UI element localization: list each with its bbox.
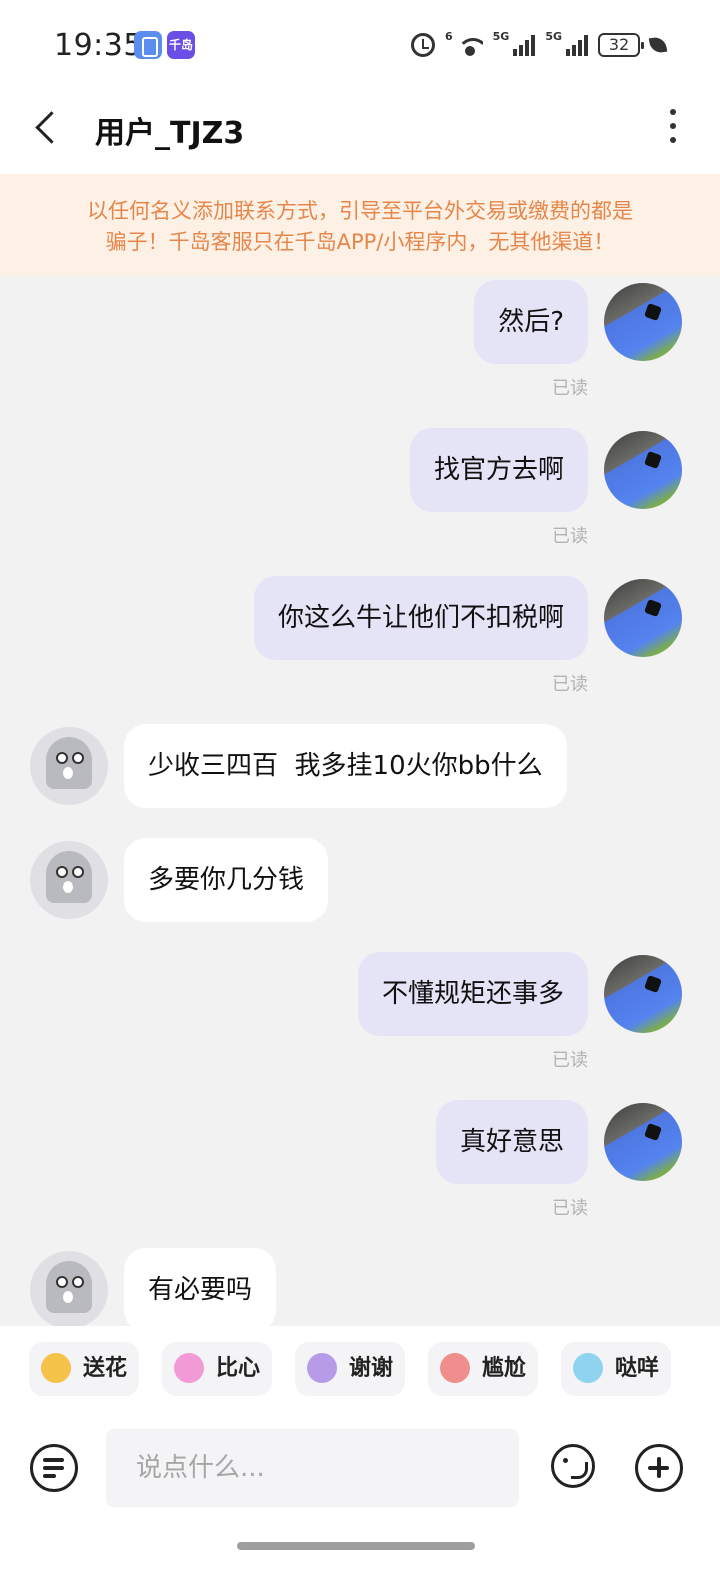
message-list[interactable]: 然后? 已读 找官方去啊 已读 你这么牛让他们不扣税啊 已读 少收三四百 我多挂… bbox=[0, 276, 720, 1326]
read-receipt: 已读 bbox=[552, 674, 588, 695]
notification-app-icon bbox=[134, 31, 162, 59]
quick-reply-dame[interactable]: 哒咩 bbox=[561, 1342, 671, 1396]
chip-label: 尴尬 bbox=[482, 1356, 527, 1381]
quick-reply-bar: 送花 比心 谢谢 尴尬 哒咩 bbox=[0, 1326, 720, 1416]
home-indicator[interactable] bbox=[237, 1542, 475, 1550]
contact-avatar[interactable] bbox=[30, 841, 108, 919]
contact-avatar[interactable] bbox=[30, 1251, 108, 1326]
message-bubble[interactable]: 然后? bbox=[474, 280, 588, 364]
message-bubble[interactable]: 多要你几分钱 bbox=[124, 838, 329, 922]
my-avatar[interactable] bbox=[604, 955, 682, 1033]
wifi-icon bbox=[456, 34, 483, 56]
message-input[interactable] bbox=[106, 1429, 519, 1507]
dame-emoji-icon bbox=[573, 1353, 603, 1383]
menu-line-icon bbox=[43, 1458, 64, 1462]
chat-title: 用户_TJZ3 bbox=[95, 116, 245, 151]
quick-reply-thanks[interactable]: 谢谢 bbox=[295, 1342, 405, 1396]
menu-button[interactable] bbox=[30, 1444, 78, 1492]
my-avatar[interactable] bbox=[604, 579, 682, 657]
warning-text-line: 以任何名义添加联系方式，引导至平台外交易或缴费的都是 bbox=[87, 199, 633, 223]
quick-reply-send-flower[interactable]: 送花 bbox=[29, 1342, 139, 1396]
signal-icon bbox=[566, 34, 588, 56]
network-type-label: 6 bbox=[444, 30, 453, 43]
qiandao-app-icon: 千岛 bbox=[167, 31, 195, 59]
ghost-avatar-icon bbox=[46, 851, 92, 903]
emoji-button[interactable] bbox=[551, 1444, 595, 1488]
battery-icon: 32 bbox=[598, 33, 644, 57]
warning-text-line: 骗子！千岛客服只在千岛APP/小程序内，无其他渠道！ bbox=[105, 230, 615, 254]
heart-emoji-icon bbox=[174, 1353, 204, 1383]
status-indicators: 6 5G 5G 32 bbox=[410, 30, 668, 60]
status-time: 19:35 bbox=[54, 28, 143, 63]
menu-line-icon bbox=[43, 1466, 64, 1470]
chip-label: 比心 bbox=[216, 1356, 261, 1381]
message-bubble[interactable]: 找官方去啊 bbox=[409, 428, 588, 512]
alarm-icon bbox=[410, 33, 435, 57]
read-receipt: 已读 bbox=[552, 378, 588, 399]
flower-emoji-icon bbox=[41, 1353, 71, 1383]
read-receipt: 已读 bbox=[552, 1050, 588, 1071]
awkward-emoji-icon bbox=[440, 1353, 470, 1383]
message-bubble[interactable]: 真好意思 bbox=[435, 1100, 588, 1184]
add-attachment-button[interactable] bbox=[635, 1444, 683, 1492]
status-bar: 19:35 千岛 6 5G 5G 32 bbox=[0, 0, 720, 90]
thanks-emoji-icon bbox=[307, 1353, 337, 1383]
signal-icon bbox=[513, 34, 536, 56]
message-bubble[interactable]: 有必要吗 bbox=[124, 1248, 277, 1326]
message-bubble[interactable]: 少收三四百 我多挂10火你bb什么 bbox=[124, 724, 567, 808]
more-dot-icon bbox=[670, 123, 676, 129]
my-avatar[interactable] bbox=[604, 1103, 682, 1181]
back-button[interactable] bbox=[28, 106, 72, 150]
menu-line-icon bbox=[43, 1474, 56, 1478]
chip-label: 送花 bbox=[83, 1356, 128, 1381]
my-avatar[interactable] bbox=[604, 283, 682, 361]
network-type-label: 5G bbox=[492, 30, 510, 43]
contact-avatar[interactable] bbox=[30, 727, 108, 805]
message-input-bar bbox=[0, 1416, 720, 1585]
message-bubble[interactable]: 你这么牛让他们不扣税啊 bbox=[253, 576, 588, 660]
network-type-label: 5G bbox=[545, 30, 562, 43]
ghost-avatar-icon bbox=[46, 737, 92, 789]
fraud-warning-banner: 以任何名义添加联系方式，引导至平台外交易或缴费的都是 骗子！千岛客服只在千岛AP… bbox=[0, 174, 720, 276]
quick-reply-awkward[interactable]: 尴尬 bbox=[428, 1342, 538, 1396]
chip-label: 谢谢 bbox=[349, 1356, 394, 1381]
more-options-button[interactable] bbox=[658, 106, 688, 146]
read-receipt: 已读 bbox=[552, 1198, 588, 1219]
ghost-avatar-icon bbox=[46, 1261, 92, 1313]
chat-header: 用户_TJZ3 bbox=[0, 90, 720, 174]
leaf-icon bbox=[648, 35, 668, 55]
more-dot-icon bbox=[670, 137, 676, 143]
more-dot-icon bbox=[670, 109, 676, 115]
chip-label: 哒咩 bbox=[615, 1356, 660, 1381]
message-bubble[interactable]: 不懂规矩还事多 bbox=[357, 952, 588, 1036]
my-avatar[interactable] bbox=[604, 431, 682, 509]
quick-reply-heart[interactable]: 比心 bbox=[162, 1342, 272, 1396]
read-receipt: 已读 bbox=[552, 526, 588, 547]
